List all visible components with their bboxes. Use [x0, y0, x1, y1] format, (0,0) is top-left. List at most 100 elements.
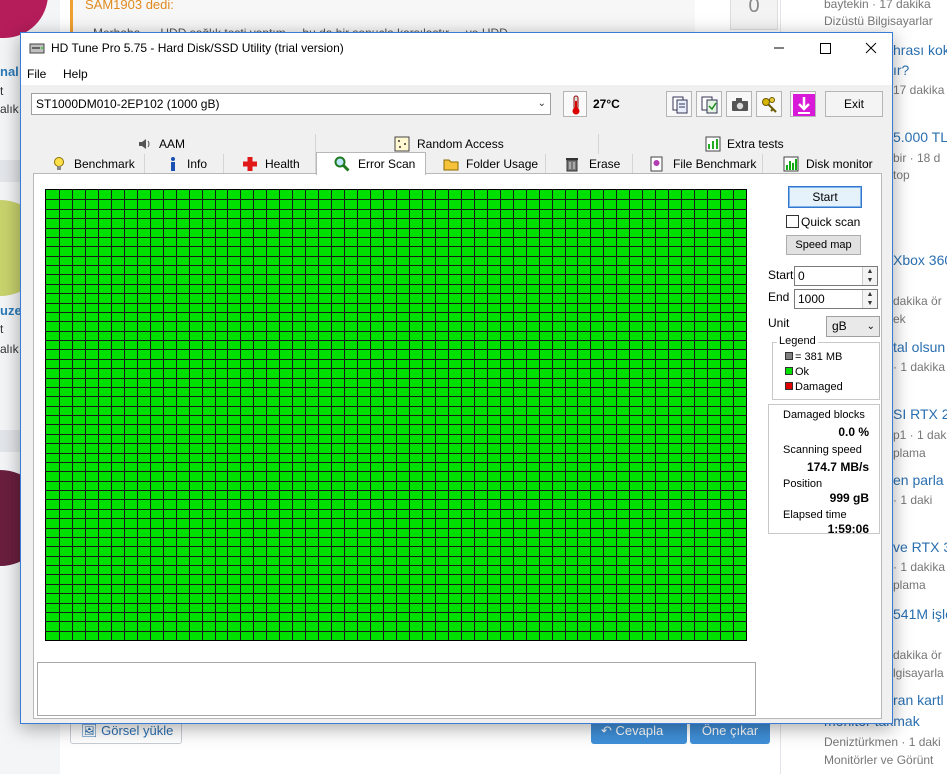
- sidebar-link[interactable]: ran kartl: [893, 692, 944, 708]
- quick-scan-checkbox[interactable]: [786, 215, 799, 228]
- tab-error-scan[interactable]: Error Scan: [316, 152, 426, 175]
- chevron-down-icon: ⌄: [537, 98, 546, 109]
- sidebar-meta: dakika ör: [893, 294, 942, 308]
- keys-icon: [762, 97, 777, 113]
- thermometer-icon: [572, 95, 580, 115]
- sidebar-meta: plama: [893, 578, 926, 592]
- tab-label: Benchmark: [74, 157, 135, 171]
- health-cross-icon: [243, 157, 257, 171]
- position-value: 999 gB: [829, 491, 869, 505]
- sidebar-link[interactable]: ır?: [893, 62, 909, 78]
- sidebar-link[interactable]: hrası kok: [893, 42, 947, 58]
- menu-file[interactable]: File: [27, 67, 46, 81]
- position-label: Position: [783, 478, 823, 490]
- tab-extra-tests[interactable]: Extra tests: [599, 134, 882, 154]
- user-meta-fragment: alık: [0, 342, 19, 356]
- legend-ok-text: Ok: [795, 366, 810, 378]
- copy-info-button[interactable]: [666, 91, 692, 117]
- menu-help[interactable]: Help: [63, 67, 88, 81]
- user-meta-fragment: t: [0, 84, 4, 98]
- sidebar-link[interactable]: tal olsun: [893, 339, 945, 355]
- sidebar-link[interactable]: SI RTX 2: [893, 406, 947, 422]
- tab-erase[interactable]: Erase: [546, 154, 633, 174]
- minimize-button[interactable]: [756, 33, 802, 63]
- magnifier-icon: [334, 156, 350, 172]
- start-field-label: Start: [768, 268, 794, 282]
- tab-health[interactable]: Health: [224, 154, 316, 174]
- download-icon: [793, 94, 815, 116]
- tab-info[interactable]: Info: [145, 154, 224, 174]
- tab-file-benchmark[interactable]: File Benchmark: [633, 154, 763, 174]
- spin-arrows-icon[interactable]: ▲ ▼: [862, 290, 877, 308]
- username-fragment[interactable]: nal: [0, 64, 19, 79]
- temperature-button[interactable]: [563, 91, 587, 117]
- unit-label: Unit: [768, 316, 790, 330]
- sidebar-link[interactable]: en parla: [893, 472, 944, 488]
- scan-log[interactable]: [37, 662, 756, 716]
- sidebar-link[interactable]: 5.000 TL: [893, 129, 947, 145]
- spin-arrows-icon[interactable]: ▲ ▼: [862, 267, 877, 285]
- tab-benchmark[interactable]: Benchmark: [33, 154, 145, 174]
- sidebar-meta: plama: [893, 446, 926, 460]
- quote-author[interactable]: SAM1903 dedi:: [85, 0, 174, 12]
- unit-select[interactable]: gB ⌄: [826, 316, 880, 337]
- sidebar-meta: Deniztürkmen · 1 daki: [824, 735, 941, 749]
- monitor-chart-icon: [783, 156, 799, 172]
- drive-select-value: ST1000DM010-2EP102 (1000 gB): [36, 97, 220, 111]
- damaged-blocks-value: 0.0 %: [838, 425, 869, 439]
- scan-stats-box: Damaged blocks 0.0 % Scanning speed 174.…: [768, 404, 880, 536]
- copy-all-icon: [701, 96, 718, 114]
- save-button[interactable]: [790, 91, 816, 117]
- sidebar-meta: · 1 daki: [893, 493, 933, 507]
- start-scan-button[interactable]: Start: [788, 186, 862, 208]
- options-button[interactable]: [756, 91, 782, 117]
- close-icon: [865, 42, 877, 54]
- sidebar-link[interactable]: 541M işle: [893, 606, 947, 622]
- speed-map-button[interactable]: Speed map: [786, 235, 861, 255]
- sidebar-meta: ek: [893, 312, 906, 326]
- tab-label: AAM: [159, 137, 186, 151]
- sidebar-meta: p1 · 1 dak: [893, 428, 947, 442]
- end-position-input[interactable]: 1000 ▲ ▼: [794, 289, 878, 309]
- end-field-label: End: [768, 290, 790, 304]
- tab-label: Disk monitor: [806, 157, 873, 171]
- tab-aam[interactable]: AAM: [33, 134, 316, 154]
- exit-button[interactable]: Exit: [825, 91, 883, 117]
- upload-image-label: Görsel yükle: [101, 723, 174, 738]
- tab-folder-usage[interactable]: Folder Usage: [426, 154, 546, 174]
- legend-damaged-text: Damaged: [795, 381, 843, 393]
- legend-block-size-text: = 381 MB: [795, 351, 843, 363]
- ok-swatch-icon: [785, 367, 793, 376]
- tab-row-top: AAM Random Access Extra tests: [33, 134, 882, 154]
- end-position-value: 1000: [798, 292, 825, 306]
- sidebar-meta: Dizüstü Bilgisayarlar: [824, 14, 933, 28]
- tab-label: Extra tests: [727, 137, 784, 151]
- tab-random-access[interactable]: Random Access: [316, 134, 599, 154]
- screenshot-button[interactable]: [726, 91, 752, 117]
- start-position-input[interactable]: 0 ▲ ▼: [794, 266, 878, 286]
- sidebar-link[interactable]: ve RTX 3: [893, 539, 947, 555]
- copy-all-button[interactable]: [696, 91, 722, 117]
- tab-disk-monitor[interactable]: Disk monitor: [763, 154, 882, 174]
- user-meta-fragment: alık: [0, 102, 19, 116]
- hard-disk-icon: [29, 43, 45, 54]
- drive-select[interactable]: ST1000DM010-2EP102 (1000 gB) ⌄: [31, 93, 551, 115]
- checklist-icon: [705, 136, 721, 152]
- file-bulb-icon: [650, 156, 663, 172]
- dice-grid-icon: [394, 136, 410, 152]
- sidebar-meta: · 1 dakika: [893, 560, 946, 574]
- hdtune-window: HD Tune Pro 5.75 - Hard Disk/SSD Utility…: [20, 32, 893, 724]
- elapsed-time-label: Elapsed time: [783, 509, 847, 521]
- quote-block: SAM1903 dedi: Merhaba, ... HDD sağlık te…: [70, 0, 695, 40]
- scanning-speed-value: 174.7 MB/s: [806, 460, 869, 474]
- maximize-button[interactable]: [802, 33, 848, 63]
- temperature-value: 27°C: [593, 97, 620, 111]
- close-button[interactable]: [848, 33, 894, 63]
- title-bar[interactable]: HD Tune Pro 5.75 - Hard Disk/SSD Utility…: [21, 33, 892, 63]
- error-scan-block-map: [45, 189, 747, 641]
- info-icon: [171, 157, 175, 171]
- block-grid: [46, 190, 746, 640]
- sidebar-link[interactable]: Xbox 360: [893, 252, 947, 268]
- legend-damaged: Damaged: [785, 381, 843, 393]
- sidebar-meta: bir · 18 d: [893, 151, 941, 165]
